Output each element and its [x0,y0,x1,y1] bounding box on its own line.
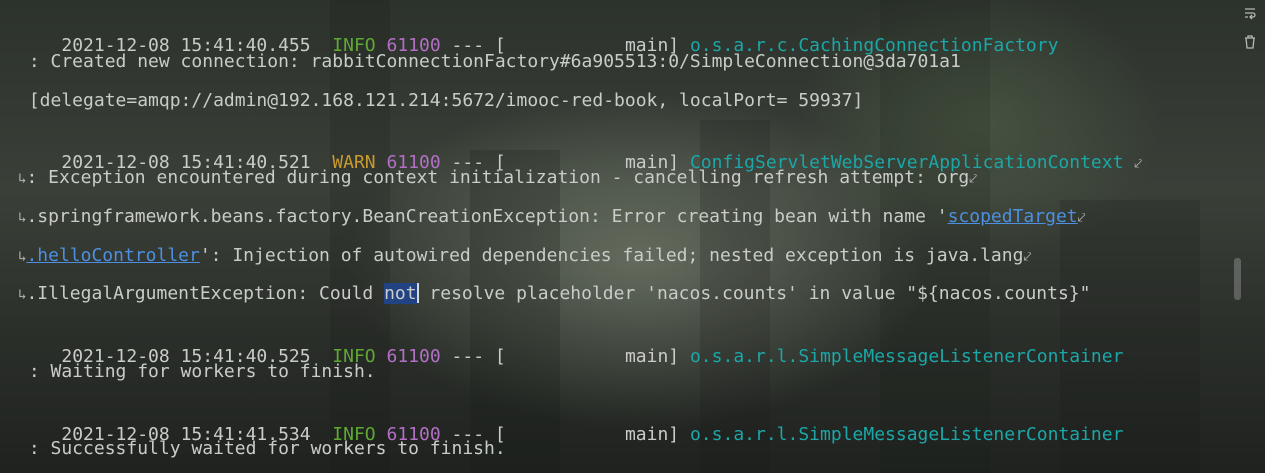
log-message: ↳.springframework.beans.factory.BeanCrea… [18,206,1086,227]
bean-link[interactable]: scopedTarget [948,206,1078,227]
console-toolbar [1231,0,1265,473]
log-line: 2021-12-08 15:41:40.525 INFO 61100 --- [… [18,321,1123,367]
log-line: 2021-12-08 15:41:40.521 WARN 61100 --- [… [18,127,1142,173]
separator: --- [ [451,346,506,367]
logger-name: o.s.a.r.l.SimpleMessageListenerContainer [689,346,1124,367]
vertical-scrollbar[interactable] [1234,258,1241,300]
wrap-continuation-icon: ⤦ [1023,249,1032,265]
wrap-continuation-icon: ⤦ [1134,156,1143,172]
thread-name: main] [624,346,680,367]
wrap-continuation-icon: ⤦ [1077,210,1086,226]
thread-name: main] [624,424,680,445]
log-message: ↳: Exception encountered during context … [18,167,978,188]
log-message: : Successfully waited for workers to fin… [18,438,506,459]
log-message: ↳.helloController': Injection of autowir… [18,245,1032,266]
process-id: 61100 [386,346,441,367]
log-message: [delegate=amqp://admin@192.168.121.214:5… [18,90,864,111]
trash-icon[interactable] [1243,34,1257,54]
logger-name: o.s.a.r.l.SimpleMessageListenerContainer [689,424,1124,445]
log-message: ↳.IllegalArgumentException: Could not re… [18,283,1091,304]
text-selection: not [384,283,417,304]
soft-wrap-icon[interactable] [1243,6,1257,24]
bean-link[interactable]: .helloController [26,245,199,266]
log-message: : Waiting for workers to finish. [18,361,376,382]
wrap-continuation-icon: ⤦ [969,171,978,187]
log-message: : Created new connection: rabbitConnecti… [18,51,961,72]
log-line: 2021-12-08 15:41:40.455 INFO 61100 --- [… [18,10,1058,56]
log-line: 2021-12-08 15:41:41.534 INFO 61100 --- [… [18,399,1123,445]
